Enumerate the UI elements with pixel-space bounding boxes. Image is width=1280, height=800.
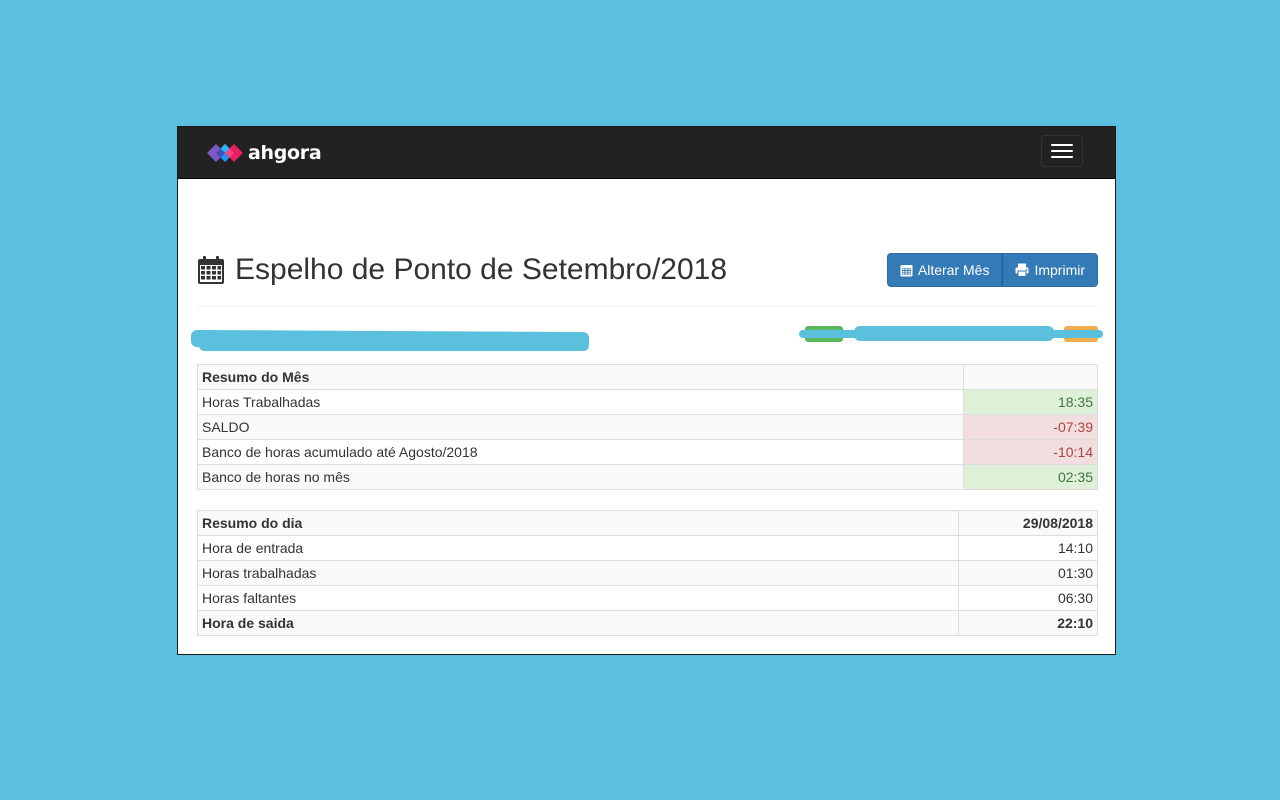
row-value: -10:14 [963, 439, 1098, 465]
resumo-mes-header-value [963, 364, 1098, 390]
imprimir-button[interactable]: Imprimir [1002, 253, 1098, 287]
table-row: SALDO -07:39 [196, 414, 1098, 440]
row-value: -07:39 [963, 414, 1098, 440]
brand-name: ahgora [248, 142, 322, 164]
row-label: Horas faltantes [196, 585, 960, 611]
row-value: 01:30 [958, 560, 1098, 586]
table-row: Horas faltantes 06:30 [196, 585, 1098, 611]
imprimir-label: Imprimir [1034, 262, 1085, 278]
ahgora-logo-icon [207, 144, 243, 162]
redacted-employee-name [199, 341, 589, 351]
table-row: Hora de entrada 14:10 [196, 535, 1098, 561]
resumo-dia-header: Resumo do dia [196, 510, 960, 536]
row-label: SALDO [196, 414, 965, 440]
alterar-mes-label: Alterar Mês [917, 262, 990, 278]
calendar-small-icon [900, 265, 913, 277]
row-label: Hora de entrada [196, 535, 960, 561]
table-row: Hora de saida 22:10 [196, 610, 1098, 636]
row-label: Hora de saida [196, 610, 960, 636]
hamburger-bar [1051, 150, 1073, 152]
app-window: ahgora Espelho de Ponto de Setembro/2018… [177, 126, 1116, 655]
table-spacer [197, 490, 1098, 510]
row-value: 14:10 [958, 535, 1098, 561]
page-header: Espelho de Ponto de Setembro/2018 Altera… [197, 179, 1098, 307]
hamburger-bar [1051, 156, 1073, 158]
employee-info-bar [190, 307, 1103, 364]
main-content: Espelho de Ponto de Setembro/2018 Altera… [190, 179, 1103, 636]
table-row: Banco de horas acumulado até Agosto/2018… [196, 439, 1098, 465]
resumo-dia-date: 29/08/2018 [958, 510, 1098, 536]
row-value: 18:35 [963, 389, 1098, 415]
row-label: Banco de horas no mês [196, 464, 965, 490]
row-label: Banco de horas acumulado até Agosto/2018 [196, 439, 965, 465]
row-label: Horas trabalhadas [196, 560, 960, 586]
row-label: Horas Trabalhadas [196, 389, 965, 415]
table-row: Banco de horas no mês 02:35 [196, 464, 1098, 490]
page-title: Espelho de Ponto de Setembro/2018 [235, 253, 728, 286]
table-row: Horas Trabalhadas 18:35 [196, 389, 1098, 415]
row-value: 06:30 [958, 585, 1098, 611]
row-value: 02:35 [963, 464, 1098, 490]
navbar: ahgora [178, 127, 1115, 179]
table-header-row: Resumo do Mês [196, 364, 1098, 390]
row-value: 22:10 [958, 610, 1098, 636]
hamburger-menu-button[interactable] [1041, 135, 1083, 167]
table-row: Horas trabalhadas 01:30 [196, 560, 1098, 586]
alterar-mes-button[interactable]: Alterar Mês [886, 253, 1003, 287]
printer-icon [1015, 263, 1029, 277]
table-header-row: Resumo do dia 29/08/2018 [196, 510, 1098, 536]
header-button-group: Alterar Mês Imprimir [886, 253, 1098, 287]
resumo-mes-table: Resumo do Mês Horas Trabalhadas 18:35 SA… [196, 364, 1098, 490]
redacted-label-text [854, 326, 1054, 341]
page-title-group: Espelho de Ponto de Setembro/2018 [197, 253, 727, 287]
brand-logo[interactable]: ahgora [206, 139, 322, 167]
hamburger-menu-icon [1051, 144, 1073, 146]
resumo-dia-table: Resumo do dia 29/08/2018 Hora de entrada… [196, 510, 1098, 636]
calendar-icon [198, 256, 224, 284]
resumo-mes-header: Resumo do Mês [196, 364, 965, 390]
